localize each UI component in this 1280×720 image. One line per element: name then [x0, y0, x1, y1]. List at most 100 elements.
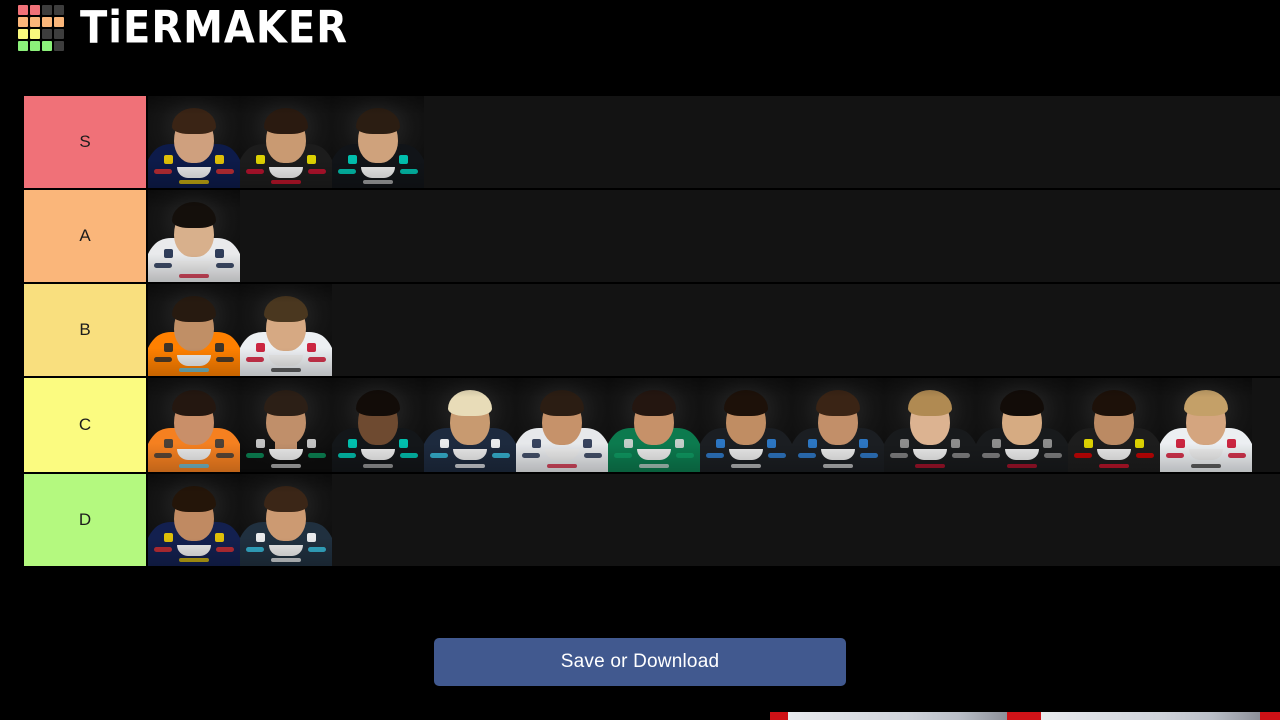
tier-items-c[interactable]	[148, 378, 1280, 472]
tier-item[interactable]	[148, 378, 240, 472]
tier-item[interactable]	[148, 284, 240, 376]
logo-cell-1-2	[42, 17, 52, 27]
suit-secondary-stripe	[455, 464, 485, 468]
app-header: TiERMAKER	[0, 0, 1280, 56]
suit-accent-stripe-right	[216, 547, 234, 552]
suit-accent-stripe-right	[308, 357, 326, 362]
team-sponsor-badge	[440, 439, 449, 448]
tiermaker-grid-logo-icon[interactable]	[18, 5, 64, 51]
tier-item[interactable]	[608, 378, 700, 472]
team-sponsor-badge	[164, 533, 173, 542]
suit-accent-stripe-left	[706, 453, 724, 458]
team-sponsor-badge	[348, 155, 357, 164]
suit-accent-stripe-right	[216, 263, 234, 268]
suit-secondary-stripe	[179, 180, 209, 184]
tier-label-a[interactable]: A	[24, 190, 148, 282]
tier-row-c: C	[24, 378, 1280, 474]
team-sponsor-badge-right	[675, 439, 684, 448]
logo-cell-2-1	[30, 29, 40, 39]
logo-cell-2-0	[18, 29, 28, 39]
tier-item[interactable]	[516, 378, 608, 472]
suit-accent-stripe-left	[522, 453, 540, 458]
team-sponsor-badge-right	[307, 343, 316, 352]
tier-item[interactable]	[240, 96, 332, 188]
tier-label-c[interactable]: C	[24, 378, 148, 472]
team-sponsor-badge-right	[215, 343, 224, 352]
tier-items-b[interactable]	[148, 284, 1280, 376]
tier-item[interactable]	[424, 378, 516, 472]
banner-body-right	[1041, 712, 1260, 720]
banner-red-left	[770, 712, 788, 720]
tier-item[interactable]	[1160, 378, 1252, 472]
team-sponsor-badge-right	[215, 439, 224, 448]
suit-secondary-stripe	[271, 180, 301, 184]
suit-accent-stripe-left	[1166, 453, 1184, 458]
save-or-download-button[interactable]: Save or Download	[434, 638, 846, 686]
team-sponsor-badge-right	[491, 439, 500, 448]
tier-label-s[interactable]: S	[24, 96, 148, 188]
tier-item[interactable]	[240, 378, 332, 472]
tier-item[interactable]	[240, 284, 332, 376]
logo-cell-3-2	[42, 41, 52, 51]
suit-accent-stripe-left	[154, 453, 172, 458]
tier-label-b[interactable]: B	[24, 284, 148, 376]
tier-item[interactable]	[1068, 378, 1160, 472]
tier-item[interactable]	[148, 474, 240, 566]
tier-item[interactable]	[240, 474, 332, 566]
logo-cell-0-0	[18, 5, 28, 15]
team-sponsor-badge	[808, 439, 817, 448]
team-sponsor-badge	[256, 439, 265, 448]
suit-accent-stripe-right	[308, 547, 326, 552]
tier-item[interactable]	[332, 96, 424, 188]
team-sponsor-badge-right	[399, 155, 408, 164]
tier-item[interactable]	[148, 96, 240, 188]
suit-secondary-stripe	[731, 464, 761, 468]
suit-accent-stripe-right	[308, 453, 326, 458]
suit-accent-stripe-left	[430, 453, 448, 458]
suit-secondary-stripe	[915, 464, 945, 468]
team-sponsor-badge	[256, 155, 265, 164]
suit-accent-stripe-right	[400, 453, 418, 458]
suit-secondary-stripe	[1099, 464, 1129, 468]
logo-cell-1-0	[18, 17, 28, 27]
suit-accent-stripe-left	[338, 453, 356, 458]
tier-item[interactable]	[700, 378, 792, 472]
suit-accent-stripe-right	[952, 453, 970, 458]
suit-secondary-stripe	[179, 368, 209, 372]
logo-cell-0-2	[42, 5, 52, 15]
tier-item[interactable]	[792, 378, 884, 472]
banner-red-middle	[1007, 712, 1041, 720]
suit-secondary-stripe	[547, 464, 577, 468]
team-sponsor-badge-right	[1135, 439, 1144, 448]
tier-items-d[interactable]	[148, 474, 1280, 566]
tier-row-b: B	[24, 284, 1280, 378]
tier-items-s[interactable]	[148, 96, 1280, 188]
tier-item[interactable]	[332, 378, 424, 472]
suit-secondary-stripe	[179, 274, 209, 278]
tier-item[interactable]	[148, 190, 240, 282]
team-sponsor-badge	[164, 439, 173, 448]
suit-secondary-stripe	[271, 464, 301, 468]
tier-items-a[interactable]	[148, 190, 1280, 282]
team-sponsor-badge	[164, 155, 173, 164]
suit-accent-stripe-right	[216, 453, 234, 458]
team-sponsor-badge-right	[215, 533, 224, 542]
logo-cell-2-3	[54, 29, 64, 39]
suit-accent-stripe-left	[614, 453, 632, 458]
save-button-container: Save or Download	[0, 638, 1280, 686]
suit-secondary-stripe	[271, 368, 301, 372]
tier-item[interactable]	[976, 378, 1068, 472]
brand-wordmark[interactable]: TiERMAKER	[80, 6, 348, 51]
team-sponsor-badge-right	[583, 439, 592, 448]
suit-accent-stripe-right	[308, 169, 326, 174]
team-sponsor-badge-right	[307, 155, 316, 164]
bottom-ad-banner[interactable]	[770, 712, 1280, 720]
suit-accent-stripe-left	[246, 453, 264, 458]
team-sponsor-badge-right	[1227, 439, 1236, 448]
team-sponsor-badge-right	[399, 439, 408, 448]
tier-label-d[interactable]: D	[24, 474, 148, 566]
suit-accent-stripe-left	[154, 547, 172, 552]
suit-accent-stripe-right	[676, 453, 694, 458]
tier-item[interactable]	[884, 378, 976, 472]
banner-red-right	[1260, 712, 1280, 720]
